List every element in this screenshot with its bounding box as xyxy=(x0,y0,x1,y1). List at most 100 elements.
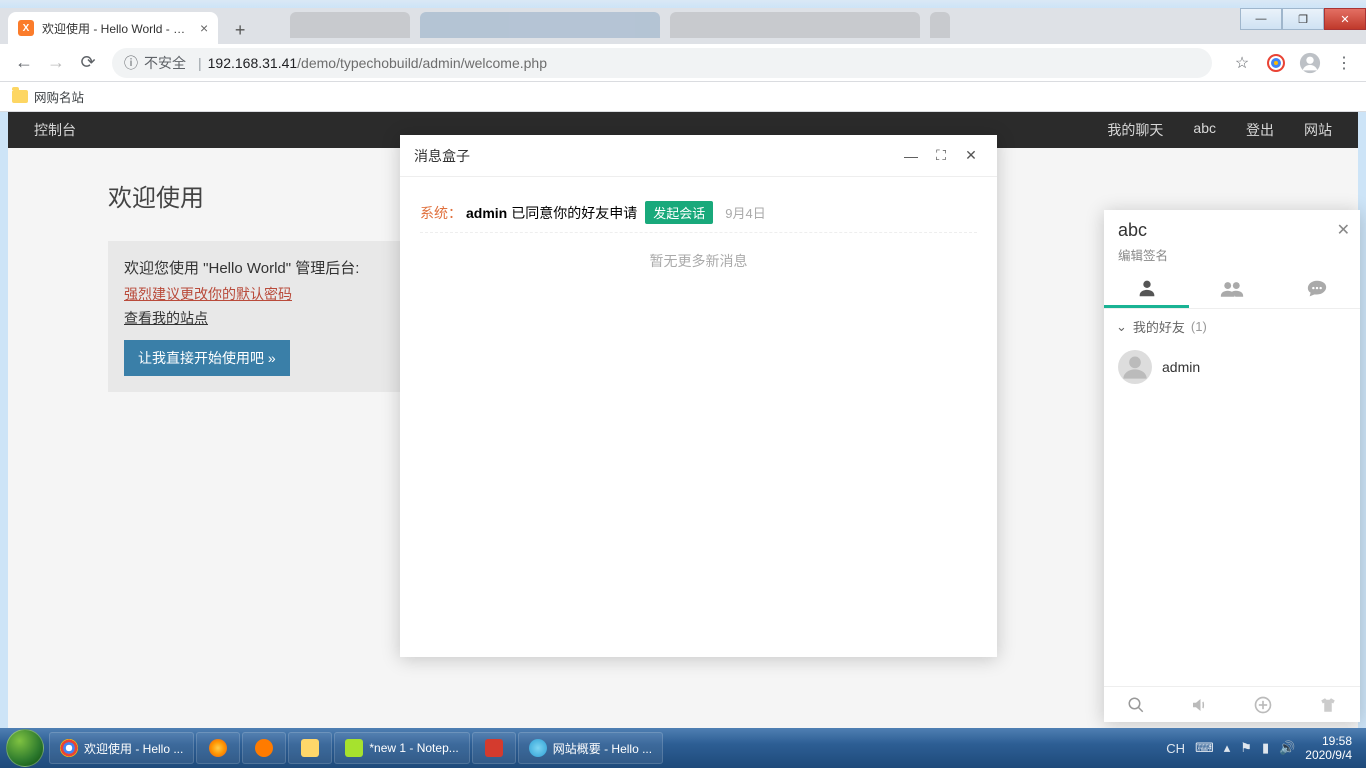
person-icon xyxy=(1136,277,1158,299)
taskbar-label: 网站概要 - Hello ... xyxy=(553,740,652,757)
friend-list: ⌄ 我的好友 (1) admin xyxy=(1104,309,1360,686)
chat-close-icon[interactable]: ✕ xyxy=(1337,220,1350,240)
url-field[interactable]: ⓘ 不安全 | 192.168.31.41/demo/typechobuild/… xyxy=(112,48,1212,78)
battery-icon[interactable]: ▮ xyxy=(1262,740,1269,756)
xampp-icon xyxy=(485,739,503,757)
message-date: 9月4日 xyxy=(725,203,765,222)
bookmark-item[interactable]: 网购名站 xyxy=(12,87,84,106)
taskbar: 欢迎使用 - Hello ... *new 1 - Notep... 网站概要 … xyxy=(0,728,1366,768)
nav-reload-button[interactable]: ⟳ xyxy=(72,47,104,79)
ime-indicator[interactable]: CH xyxy=(1166,741,1185,756)
avatar-icon xyxy=(1118,350,1152,384)
dialog-minimize-icon[interactable]: — xyxy=(899,144,923,168)
address-bar: ← → ⟳ ⓘ 不安全 | 192.168.31.41/demo/typecho… xyxy=(0,44,1366,82)
background-tabs xyxy=(290,12,950,38)
taskbar-item-chrome[interactable]: 欢迎使用 - Hello ... xyxy=(49,732,194,764)
skin-icon[interactable] xyxy=(1318,696,1338,714)
chat-bubble-icon xyxy=(1306,278,1328,300)
message-box-body: 系统： admin 已同意你的好友申请 发起会话 9月4日 暂无更多新消息 xyxy=(400,177,997,305)
profile-avatar-icon[interactable] xyxy=(1296,49,1324,77)
volume-icon[interactable]: 🔊 xyxy=(1279,740,1295,756)
nav-forward-button[interactable]: → xyxy=(40,47,72,79)
window-close-button[interactable]: ✕ xyxy=(1324,8,1366,30)
taskbar-item-notepad[interactable]: *new 1 - Notep... xyxy=(334,732,469,764)
url-separator: | xyxy=(198,55,202,71)
edge-icon xyxy=(529,739,547,757)
chat-username: abc xyxy=(1118,220,1346,241)
keyboard-icon[interactable]: ⌨ xyxy=(1195,740,1214,756)
tab-strip: X 欢迎使用 - Hello World - Powe × + — ❐ ✕ xyxy=(0,8,1366,44)
dialog-maximize-icon[interactable]: ⛶ xyxy=(929,144,953,168)
sound-icon[interactable] xyxy=(1190,696,1208,714)
taskbar-label: 欢迎使用 - Hello ... xyxy=(84,740,183,757)
new-tab-button[interactable]: + xyxy=(226,16,254,44)
nav-chat-link[interactable]: 我的聊天 xyxy=(1107,120,1163,140)
tab-title: 欢迎使用 - Hello World - Powe xyxy=(42,20,192,37)
dialog-close-icon[interactable]: ✕ xyxy=(959,144,983,168)
tray-date: 2020/9/4 xyxy=(1305,748,1352,762)
taskbar-item-explorer[interactable] xyxy=(288,732,332,764)
explorer-icon xyxy=(301,739,319,757)
browser-tab-active[interactable]: X 欢迎使用 - Hello World - Powe × xyxy=(8,12,218,44)
flag-icon[interactable]: ⚑ xyxy=(1240,740,1252,756)
nav-site-link[interactable]: 网站 xyxy=(1304,120,1332,140)
chat-panel-header: abc 编辑签名 ✕ xyxy=(1104,210,1360,270)
bookmark-star-icon[interactable]: ☆ xyxy=(1228,49,1256,77)
taskbar-item-xampp[interactable] xyxy=(472,732,516,764)
tray-chevron-icon[interactable]: ▴ xyxy=(1224,740,1231,756)
tray-clock[interactable]: 19:58 2020/9/4 xyxy=(1305,734,1352,763)
url-host: 192.168.31.41 xyxy=(208,55,298,71)
group-count: (1) xyxy=(1191,319,1207,334)
friend-group-header[interactable]: ⌄ 我的好友 (1) xyxy=(1104,309,1360,344)
taskbar-item-edge[interactable]: 网站概要 - Hello ... xyxy=(518,732,663,764)
chat-tabs xyxy=(1104,270,1360,309)
nav-user-link[interactable]: abc xyxy=(1193,120,1216,140)
tab-close-icon[interactable]: × xyxy=(200,20,208,36)
message-box-dialog: 消息盒子 — ⛶ ✕ 系统： admin 已同意你的好友申请 发起会话 9月4日… xyxy=(400,135,997,657)
edit-signature-link[interactable]: 编辑签名 xyxy=(1118,245,1346,264)
message-box-title: 消息盒子 xyxy=(414,146,470,166)
start-using-button[interactable]: 让我直接开始使用吧 » xyxy=(124,340,290,376)
nav-back-button[interactable]: ← xyxy=(8,47,40,79)
nav-logout-link[interactable]: 登出 xyxy=(1246,120,1274,140)
friend-item[interactable]: admin xyxy=(1104,344,1360,390)
firefox-icon xyxy=(209,739,227,757)
browser-chrome: X 欢迎使用 - Hello World - Powe × + — ❐ ✕ ← … xyxy=(0,8,1366,112)
tab-favicon: X xyxy=(18,20,34,36)
media-icon xyxy=(255,739,273,757)
system-tray: CH ⌨ ▴ ⚑ ▮ 🔊 19:58 2020/9/4 xyxy=(1166,734,1360,763)
start-button[interactable] xyxy=(6,729,44,767)
group-label: 我的好友 xyxy=(1133,317,1185,336)
chrome-logo-icon[interactable] xyxy=(1262,49,1290,77)
insecure-label: 不安全 xyxy=(144,53,186,73)
folder-icon xyxy=(12,90,28,103)
browser-menu-icon[interactable]: ⋮ xyxy=(1330,49,1358,77)
bookmark-bar: 网购名站 xyxy=(0,82,1366,112)
tab-friends[interactable] xyxy=(1104,270,1189,308)
no-more-messages: 暂无更多新消息 xyxy=(420,233,977,289)
url-path: /demo/typechobuild/admin/welcome.php xyxy=(297,55,547,71)
tab-history[interactable] xyxy=(1275,270,1360,308)
search-icon[interactable] xyxy=(1127,696,1145,714)
window-maximize-button[interactable]: ❐ xyxy=(1282,8,1324,30)
console-link[interactable]: 控制台 xyxy=(34,120,76,140)
message-box-header[interactable]: 消息盒子 — ⛶ ✕ xyxy=(400,135,997,177)
taskbar-item-firefox[interactable] xyxy=(196,732,240,764)
chat-panel: abc 编辑签名 ✕ ⌄ 我的好友 (1) admin xyxy=(1104,210,1360,722)
taskbar-label: *new 1 - Notep... xyxy=(369,741,458,755)
taskbar-item-media[interactable] xyxy=(242,732,286,764)
tab-groups[interactable] xyxy=(1189,270,1274,308)
window-minimize-button[interactable]: — xyxy=(1240,8,1282,30)
chrome-icon xyxy=(60,739,78,757)
insecure-info-icon[interactable]: ⓘ xyxy=(124,53,138,73)
tray-time: 19:58 xyxy=(1305,734,1352,748)
bookmark-label: 网购名站 xyxy=(34,87,84,106)
message-user: admin xyxy=(466,205,507,221)
chat-footer xyxy=(1104,686,1360,722)
message-row: 系统： admin 已同意你的好友申请 发起会话 9月4日 xyxy=(420,193,977,233)
add-icon[interactable] xyxy=(1253,695,1273,715)
message-text: 已同意你的好友申请 xyxy=(511,203,637,223)
start-chat-button[interactable]: 发起会话 xyxy=(645,201,713,224)
message-system-label: 系统： xyxy=(420,203,462,223)
window-controls: — ❐ ✕ xyxy=(1240,8,1366,30)
